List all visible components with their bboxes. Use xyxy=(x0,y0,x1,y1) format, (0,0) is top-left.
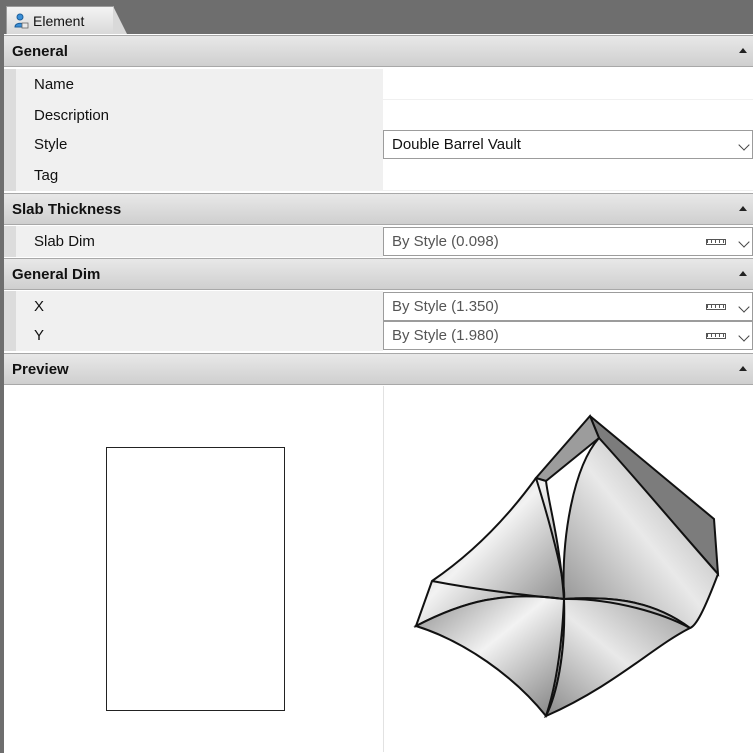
slab-dim-value: By Style (0.098) xyxy=(392,233,499,250)
field-label-description: Description xyxy=(4,100,383,131)
description-field[interactable] xyxy=(383,100,753,131)
field-label-style: Style xyxy=(4,129,383,160)
collapse-icon[interactable] xyxy=(739,271,747,276)
y-dim-value: By Style (1.980) xyxy=(392,327,499,344)
tab-bar: Element xyxy=(0,0,753,34)
ruler-icon[interactable] xyxy=(706,239,726,245)
section-general-dim-header[interactable]: General Dim xyxy=(4,258,753,290)
row-description: Description xyxy=(4,100,753,131)
field-label-name: Name xyxy=(4,69,383,100)
section-title: General xyxy=(12,42,68,60)
chevron-down-icon[interactable] xyxy=(738,301,750,313)
ruler-icon[interactable] xyxy=(706,333,726,339)
tab-element[interactable]: Element xyxy=(6,6,127,34)
field-label-slab-dim: Slab Dim xyxy=(4,226,383,257)
field-label-tag: Tag xyxy=(4,160,383,191)
row-tag: Tag xyxy=(4,160,753,191)
field-label-y: Y xyxy=(4,320,383,351)
x-dim-dropdown[interactable]: By Style (1.350) xyxy=(383,292,753,321)
row-x: X By Style (1.350) xyxy=(4,291,753,322)
section-slab-thickness-header[interactable]: Slab Thickness xyxy=(4,193,753,225)
section-preview-header[interactable]: Preview xyxy=(4,353,753,385)
chevron-down-icon[interactable] xyxy=(738,236,750,248)
row-y: Y By Style (1.980) xyxy=(4,320,753,351)
row-slab-dim: Slab Dim By Style (0.098) xyxy=(4,226,753,257)
collapse-icon[interactable] xyxy=(739,366,747,371)
tab-label: Element xyxy=(33,12,85,29)
row-style: Style Double Barrel Vault xyxy=(4,129,753,160)
field-label-x: X xyxy=(4,291,383,322)
style-value: Double Barrel Vault xyxy=(392,136,521,153)
section-general-header[interactable]: General xyxy=(4,35,753,67)
chevron-down-icon[interactable] xyxy=(738,330,750,342)
plan-view-rectangle xyxy=(106,447,285,711)
section-title: Preview xyxy=(12,360,69,378)
collapse-icon[interactable] xyxy=(739,206,747,211)
y-dim-dropdown[interactable]: By Style (1.980) xyxy=(383,321,753,350)
tag-field[interactable] xyxy=(383,160,753,191)
slab-dim-dropdown[interactable]: By Style (0.098) xyxy=(383,227,753,256)
preview-area xyxy=(4,386,753,753)
name-field[interactable] xyxy=(383,69,753,100)
style-dropdown[interactable]: Double Barrel Vault xyxy=(383,130,753,159)
section-title: Slab Thickness xyxy=(12,200,122,218)
section-title: General Dim xyxy=(12,265,101,283)
row-name: Name xyxy=(4,69,753,100)
ruler-icon[interactable] xyxy=(706,304,726,310)
vault-3d-preview xyxy=(413,414,720,719)
x-dim-value: By Style (1.350) xyxy=(392,298,499,315)
element-icon xyxy=(13,13,29,29)
collapse-icon[interactable] xyxy=(739,48,747,53)
chevron-down-icon[interactable] xyxy=(738,139,750,151)
